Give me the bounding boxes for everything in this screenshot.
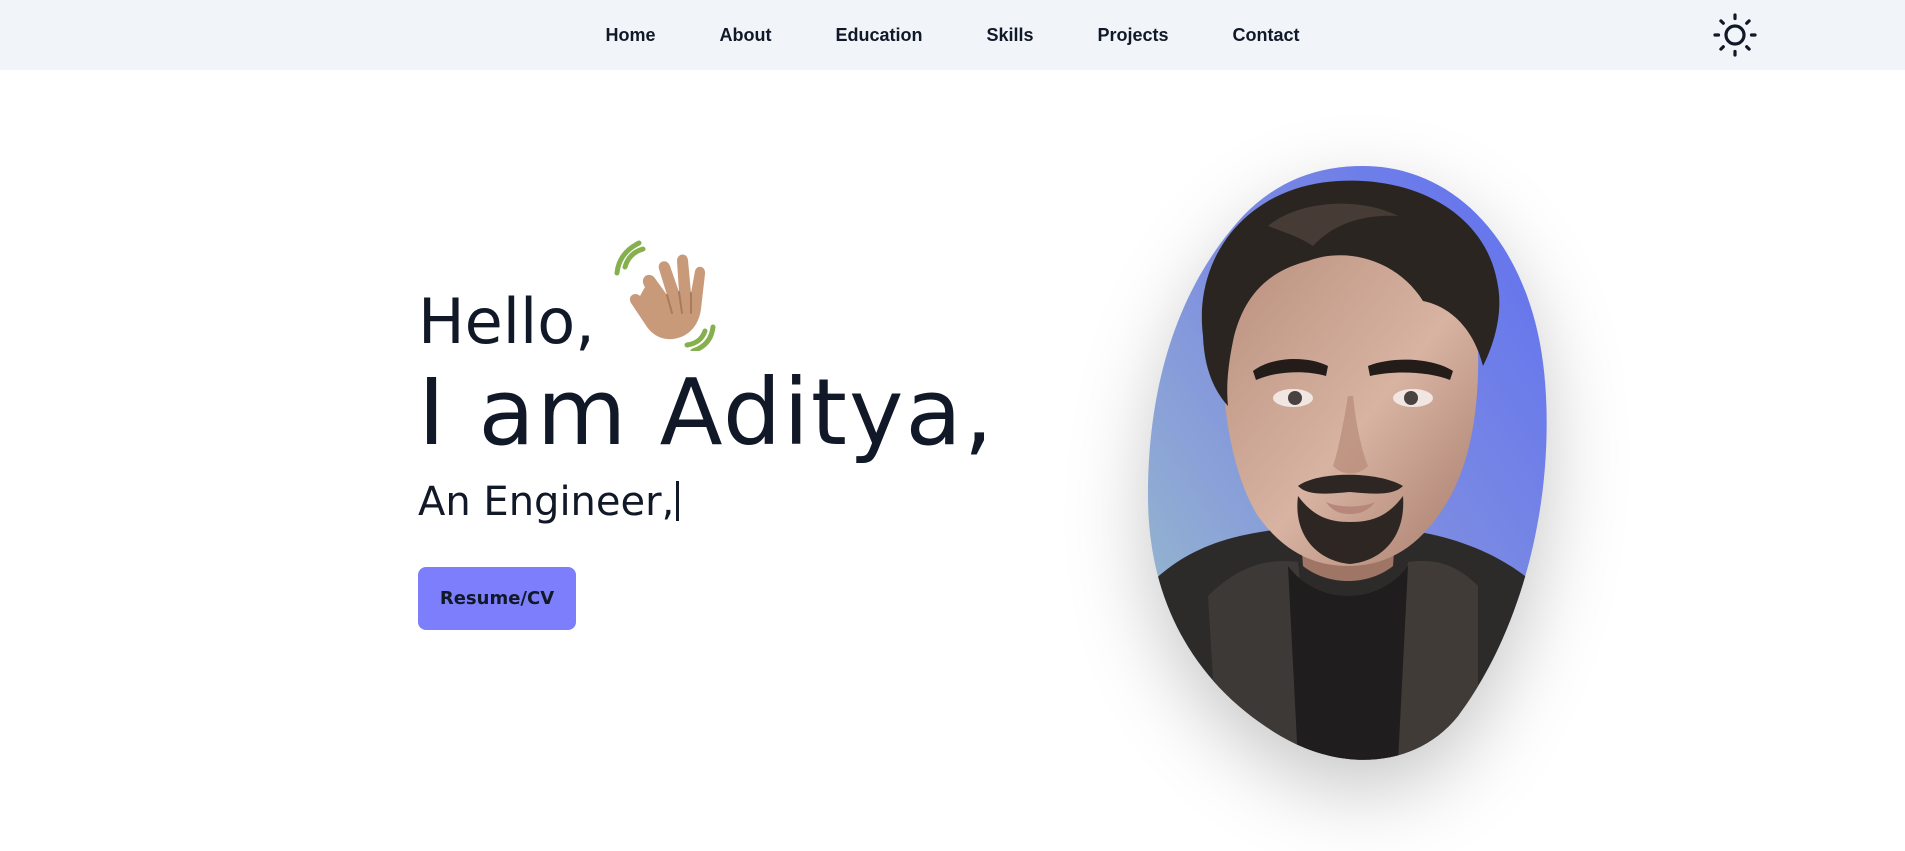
nav-skills-link[interactable]: Skills — [954, 25, 1065, 46]
nav-about-link[interactable]: About — [687, 25, 803, 46]
avatar-container — [1148, 166, 1548, 762]
nav-menu: Home About Education Skills Projects Con… — [0, 0, 1905, 70]
hero-role-line: An Engineer, — [418, 481, 1038, 522]
hero-text: Hello, I am Aditya, An Engineer, — [418, 240, 1038, 522]
nav-contact-link[interactable]: Contact — [1201, 25, 1332, 46]
resume-cv-button[interactable]: Resume/CV — [418, 567, 576, 630]
nav-home-link[interactable]: Home — [573, 25, 687, 46]
greeting-text: Hello, — [418, 285, 595, 358]
waving-hand-icon — [614, 240, 716, 351]
hero-name: I am Aditya, — [418, 359, 996, 466]
typing-cursor — [676, 481, 680, 521]
hero-role: An Engineer, — [418, 479, 675, 525]
profile-avatar — [1148, 166, 1547, 760]
theme-toggle-button[interactable] — [1712, 12, 1758, 58]
nav-education-link[interactable]: Education — [803, 25, 954, 46]
navbar: Home About Education Skills Projects Con… — [0, 0, 1905, 70]
greeting-line: Hello, — [418, 240, 1038, 361]
nav-projects-link[interactable]: Projects — [1066, 25, 1201, 46]
sun-icon — [1713, 13, 1757, 57]
